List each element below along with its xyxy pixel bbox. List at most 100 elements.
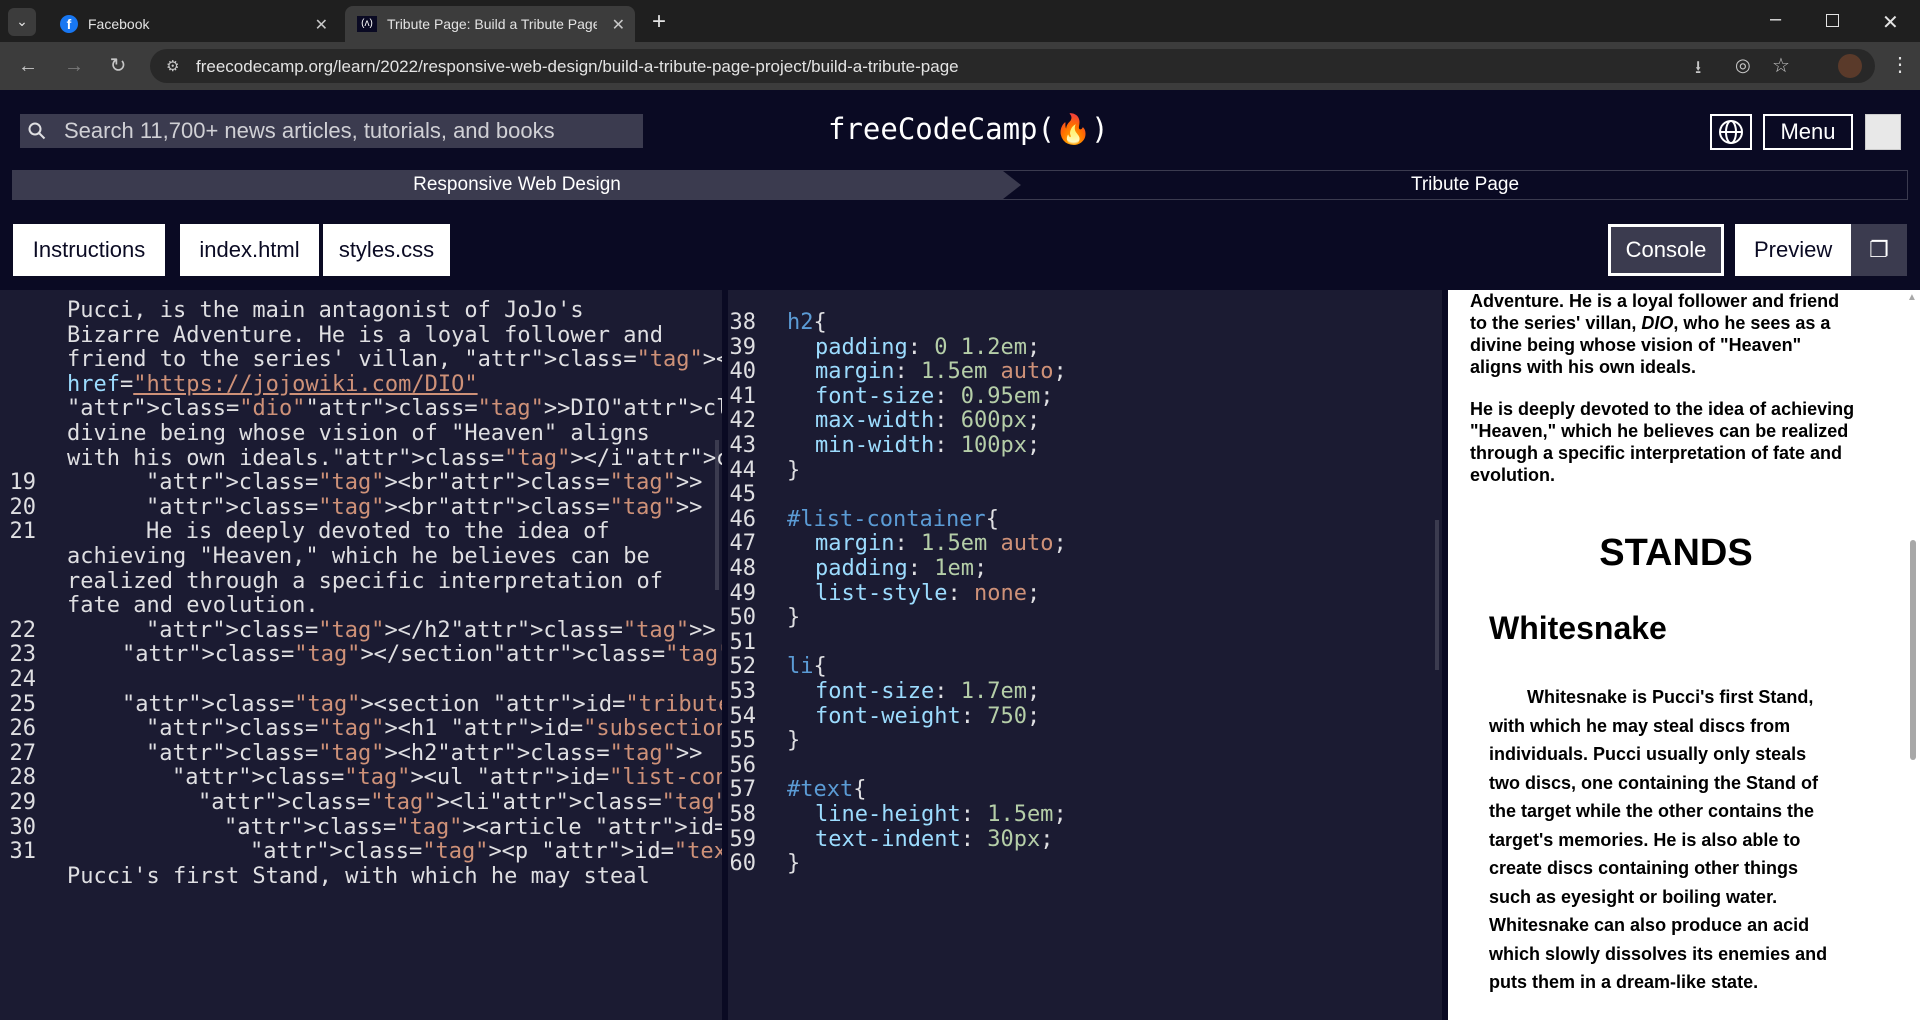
code-line[interactable]: "attr">class="tag"><section "attr">id="t… — [122, 692, 722, 717]
code-line[interactable]: line-height: 1.5em; — [815, 802, 1067, 827]
code-line[interactable]: fate and evolution. — [67, 593, 319, 618]
minimize-icon[interactable]: – — [1770, 8, 1781, 31]
preview-text-line: Adventure. He is a loyal follower and fr… — [1470, 291, 1840, 311]
code-line[interactable]: "attr">class="tag"><h2"attr">class="tag"… — [146, 741, 702, 766]
tab-instructions[interactable]: Instructions — [13, 224, 165, 276]
console-button[interactable]: Console — [1608, 224, 1724, 276]
code-line[interactable]: min-width: 100px; — [815, 433, 1040, 458]
code-line[interactable]: "attr">class="dio""attr">class="tag">>DI… — [67, 396, 722, 421]
code-line[interactable]: "attr">class="tag"></section"attr">class… — [122, 642, 722, 667]
line-number: 20 — [9, 494, 37, 520]
eye-off-icon[interactable]: ◎ — [1735, 55, 1751, 76]
scroll-up-icon[interactable]: ▲ — [1907, 292, 1917, 303]
line-number: 43 — [729, 433, 757, 458]
code-line[interactable]: font-size: 1.7em; — [815, 679, 1040, 704]
browser-tab-tribute-page[interactable]: (ʌ) Tribute Page: Build a Tribute Page ✕ — [345, 6, 635, 42]
css-scrollbar[interactable] — [1432, 290, 1442, 1020]
browser-tab-facebook[interactable]: f Facebook ✕ — [48, 6, 338, 42]
code-line[interactable]: h2{ — [787, 310, 827, 335]
code-line[interactable]: "attr">class="tag"><p "attr">id="text""a… — [250, 839, 722, 864]
code-line[interactable]: margin: 1.5em auto; — [815, 359, 1067, 384]
preview-label: Preview — [1754, 237, 1833, 262]
editor-tabs: Instructions index.html styles.css Conso… — [0, 210, 1920, 290]
scroll-thumb[interactable] — [1435, 520, 1439, 670]
line-number: 23 — [9, 642, 37, 668]
code-line[interactable]: href="https://jojowiki.com/DIO" — [67, 372, 478, 397]
code-line[interactable]: realized through a specific interpretati… — [67, 569, 663, 594]
preview-text-line: Whitesnake can also produce an acid — [1489, 915, 1810, 935]
code-line[interactable]: } — [787, 851, 800, 876]
popout-icon[interactable]: ❐ — [1851, 224, 1907, 276]
line-number: 46 — [729, 506, 757, 532]
code-line[interactable]: "attr">class="tag"><article "attr">id="a… — [224, 815, 722, 840]
tab-index-html[interactable]: index.html — [180, 224, 319, 276]
code-line[interactable]: padding: 1em; — [815, 556, 987, 581]
code-line[interactable]: } — [787, 728, 800, 753]
close-tab-icon[interactable]: ✕ — [315, 15, 328, 35]
code-line[interactable]: #text{ — [787, 777, 866, 802]
search-box[interactable] — [20, 114, 643, 148]
restore-icon[interactable] — [1826, 14, 1839, 27]
code-line[interactable]: font-weight: 750; — [815, 704, 1040, 729]
forward-icon[interactable]: → — [60, 52, 88, 80]
css-editor[interactable]: 38 h2{39 padding: 0 1.2em; 40 margin: 1.5em … — [728, 290, 1442, 1020]
code-line[interactable]: #list-container{ — [787, 507, 999, 532]
line-number: 28 — [9, 765, 37, 791]
scroll-thumb[interactable] — [1910, 540, 1916, 760]
close-window-icon[interactable]: ✕ — [1882, 10, 1899, 35]
code-line[interactable]: } — [787, 605, 800, 630]
code-line[interactable]: "attr">class="tag"><br"attr">class="tag"… — [146, 495, 702, 520]
url-text[interactable]: freecodecamp.org/learn/2022/responsive-w… — [196, 57, 959, 77]
breadcrumb-course[interactable]: Responsive Web Design — [13, 171, 1021, 199]
site-info-icon[interactable]: ⚙ — [166, 57, 179, 75]
bookmark-star-icon[interactable]: ☆ — [1772, 53, 1790, 78]
new-tab-button[interactable]: + — [652, 8, 666, 36]
address-bar[interactable]: ⚙ freecodecamp.org/learn/2022/responsive… — [150, 49, 1875, 83]
close-tab-icon[interactable]: ✕ — [612, 15, 625, 35]
preview-scrollbar[interactable]: ▲ — [1904, 290, 1920, 1020]
code-line[interactable]: li{ — [787, 654, 827, 679]
preview-text-line: through a specific interpretation of fat… — [1470, 443, 1843, 463]
code-line[interactable]: friend to the series' villan, "attr">cla… — [67, 347, 722, 372]
code-line[interactable]: divine being whose vision of "Heaven" al… — [67, 421, 650, 446]
code-line[interactable]: "attr">class="tag"><li"attr">class="tag"… — [198, 790, 722, 815]
profile-avatar[interactable] — [1838, 54, 1862, 78]
code-line[interactable]: with his own ideals."attr">class="tag"><… — [67, 446, 722, 471]
code-line[interactable]: margin: 1.5em auto; — [815, 531, 1067, 556]
code-line[interactable]: Pucci, is the main antagonist of JoJo's — [67, 298, 584, 323]
code-line[interactable]: "attr">class="tag"></h2"attr">class="tag… — [146, 618, 716, 643]
code-line[interactable]: padding: 0 1.2em; — [815, 335, 1040, 360]
fcc-logo[interactable]: freeCodeCamp(🔥) — [828, 112, 1109, 147]
preview-stand-name: Whitesnake — [1489, 610, 1667, 646]
install-icon[interactable]: ⭳ — [1695, 55, 1701, 85]
line-number: 48 — [729, 556, 757, 581]
code-line[interactable]: He is deeply devoted to the idea of — [146, 519, 610, 544]
code-line[interactable]: text-indent: 30px; — [815, 827, 1053, 852]
html-editor[interactable]: Pucci, is the main antagonist of JoJo's B… — [0, 290, 722, 1020]
preview-button[interactable]: Preview ❐ — [1735, 224, 1907, 276]
code-line[interactable]: Bizarre Adventure. He is a loyal followe… — [67, 323, 663, 348]
language-button[interactable] — [1710, 114, 1752, 150]
line-number: 21 — [9, 519, 37, 545]
code-line[interactable]: "attr">class="tag"><ul "attr">id="list-c… — [172, 765, 722, 790]
code-line[interactable]: max-width: 600px; — [815, 408, 1040, 433]
tab-styles-css[interactable]: styles.css — [323, 224, 450, 276]
code-line[interactable]: "attr">class="tag"><h1 "attr">id="subsec… — [146, 716, 722, 741]
reload-icon[interactable]: ↻ — [104, 52, 132, 80]
line-number: 27 — [9, 740, 37, 766]
code-line[interactable]: achieving "Heaven," which he believes ca… — [67, 544, 650, 569]
search-input[interactable] — [64, 114, 634, 148]
user-avatar[interactable] — [1865, 114, 1901, 150]
code-line[interactable]: list-style: none; — [815, 581, 1040, 606]
menu-button[interactable]: Menu — [1763, 114, 1853, 150]
code-line[interactable]: "attr">class="tag"><br"attr">class="tag"… — [146, 470, 702, 495]
back-icon[interactable]: ← — [14, 52, 42, 80]
code-line[interactable]: Pucci's first Stand, with which he may s… — [67, 864, 650, 889]
code-line[interactable]: } — [787, 458, 800, 483]
preview-pane: Adventure. He is a loyal follower and fr… — [1448, 290, 1920, 1020]
preview-text-line: to the series' villan, DIO, who he sees … — [1470, 313, 1831, 333]
line-number: 45 — [729, 482, 757, 508]
code-line[interactable]: font-size: 0.95em; — [815, 384, 1053, 409]
browser-menu-icon[interactable]: ⋮ — [1890, 52, 1910, 77]
tab-list-button[interactable]: ⌄ — [8, 8, 36, 36]
